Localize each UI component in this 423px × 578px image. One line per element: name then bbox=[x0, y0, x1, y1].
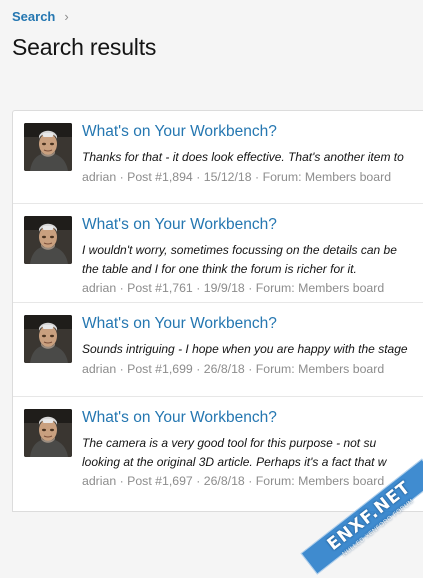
avatar[interactable] bbox=[24, 315, 72, 363]
result-snippet: The camera is a very good tool for this … bbox=[82, 434, 423, 472]
avatar-photo-icon bbox=[24, 409, 72, 457]
result-title-link[interactable]: What's on Your Workbench? bbox=[82, 123, 277, 141]
result-meta: adrian · Post #1,761 · 19/9/18 · Forum: … bbox=[82, 281, 384, 295]
post-date: 19/9/18 bbox=[204, 281, 245, 295]
meta-separator: · bbox=[120, 362, 124, 376]
snippet-line: The camera is a very good tool for this … bbox=[82, 434, 423, 453]
meta-separator: · bbox=[255, 170, 259, 184]
post-number: Post #1,894 bbox=[127, 170, 193, 184]
snippet-line: Sounds intriguing - I hope when you are … bbox=[82, 340, 423, 359]
result-snippet: I wouldn't worry, sometimes focussing on… bbox=[82, 241, 423, 279]
meta-separator: · bbox=[196, 362, 200, 376]
result-snippet: Sounds intriguing - I hope when you are … bbox=[82, 340, 423, 359]
meta-separator: · bbox=[248, 474, 252, 488]
result-snippet: Thanks for that - it does look effective… bbox=[82, 148, 423, 167]
breadcrumb-search-link[interactable]: Search bbox=[12, 9, 55, 24]
avatar-photo-icon bbox=[24, 315, 72, 363]
author-link[interactable]: adrian bbox=[82, 281, 116, 295]
forum-link[interactable]: Forum: Members board bbox=[263, 170, 391, 184]
meta-separator: · bbox=[196, 281, 200, 295]
avatar[interactable] bbox=[24, 409, 72, 457]
avatar-photo-icon bbox=[24, 216, 72, 264]
search-result-item: What's on Your Workbench? Thanks for tha… bbox=[13, 111, 423, 204]
avatar-photo-icon bbox=[24, 123, 72, 171]
meta-separator: · bbox=[196, 170, 200, 184]
result-title-link[interactable]: What's on Your Workbench? bbox=[82, 409, 277, 427]
author-link[interactable]: adrian bbox=[82, 170, 116, 184]
avatar[interactable] bbox=[24, 216, 72, 264]
meta-separator: · bbox=[120, 170, 124, 184]
meta-separator: · bbox=[120, 281, 124, 295]
search-results-list: What's on Your Workbench? Thanks for tha… bbox=[12, 110, 423, 512]
snippet-line: looking at the original 3D article. Perh… bbox=[82, 453, 423, 472]
snippet-line: the table and I for one think the forum … bbox=[82, 260, 423, 279]
post-date: 15/12/18 bbox=[204, 170, 252, 184]
meta-separator: · bbox=[120, 474, 124, 488]
meta-separator: · bbox=[248, 362, 252, 376]
post-date: 26/8/18 bbox=[204, 362, 245, 376]
author-link[interactable]: adrian bbox=[82, 362, 116, 376]
avatar[interactable] bbox=[24, 123, 72, 171]
post-number: Post #1,699 bbox=[127, 362, 193, 376]
breadcrumb: Search › bbox=[12, 9, 69, 24]
post-number: Post #1,697 bbox=[127, 474, 193, 488]
meta-separator: · bbox=[248, 281, 252, 295]
post-date: 26/8/18 bbox=[204, 474, 245, 488]
search-result-item: What's on Your Workbench? I wouldn't wor… bbox=[13, 204, 423, 303]
snippet-line: I wouldn't worry, sometimes focussing on… bbox=[82, 241, 423, 260]
result-title-link[interactable]: What's on Your Workbench? bbox=[82, 315, 277, 333]
forum-link[interactable]: Forum: Members board bbox=[256, 474, 384, 488]
meta-separator: · bbox=[196, 474, 200, 488]
chevron-right-icon: › bbox=[64, 9, 68, 24]
result-title-link[interactable]: What's on Your Workbench? bbox=[82, 216, 277, 234]
search-result-item: What's on Your Workbench? The camera is … bbox=[13, 397, 423, 507]
result-meta: adrian · Post #1,894 · 15/12/18 · Forum:… bbox=[82, 170, 391, 184]
search-result-item: What's on Your Workbench? Sounds intrigu… bbox=[13, 303, 423, 397]
post-number: Post #1,761 bbox=[127, 281, 193, 295]
forum-link[interactable]: Forum: Members board bbox=[256, 281, 384, 295]
forum-link[interactable]: Forum: Members board bbox=[256, 362, 384, 376]
author-link[interactable]: adrian bbox=[82, 474, 116, 488]
page-title: Search results bbox=[12, 34, 156, 61]
snippet-line: Thanks for that - it does look effective… bbox=[82, 148, 423, 167]
result-meta: adrian · Post #1,697 · 26/8/18 · Forum: … bbox=[82, 474, 384, 488]
result-meta: adrian · Post #1,699 · 26/8/18 · Forum: … bbox=[82, 362, 384, 376]
